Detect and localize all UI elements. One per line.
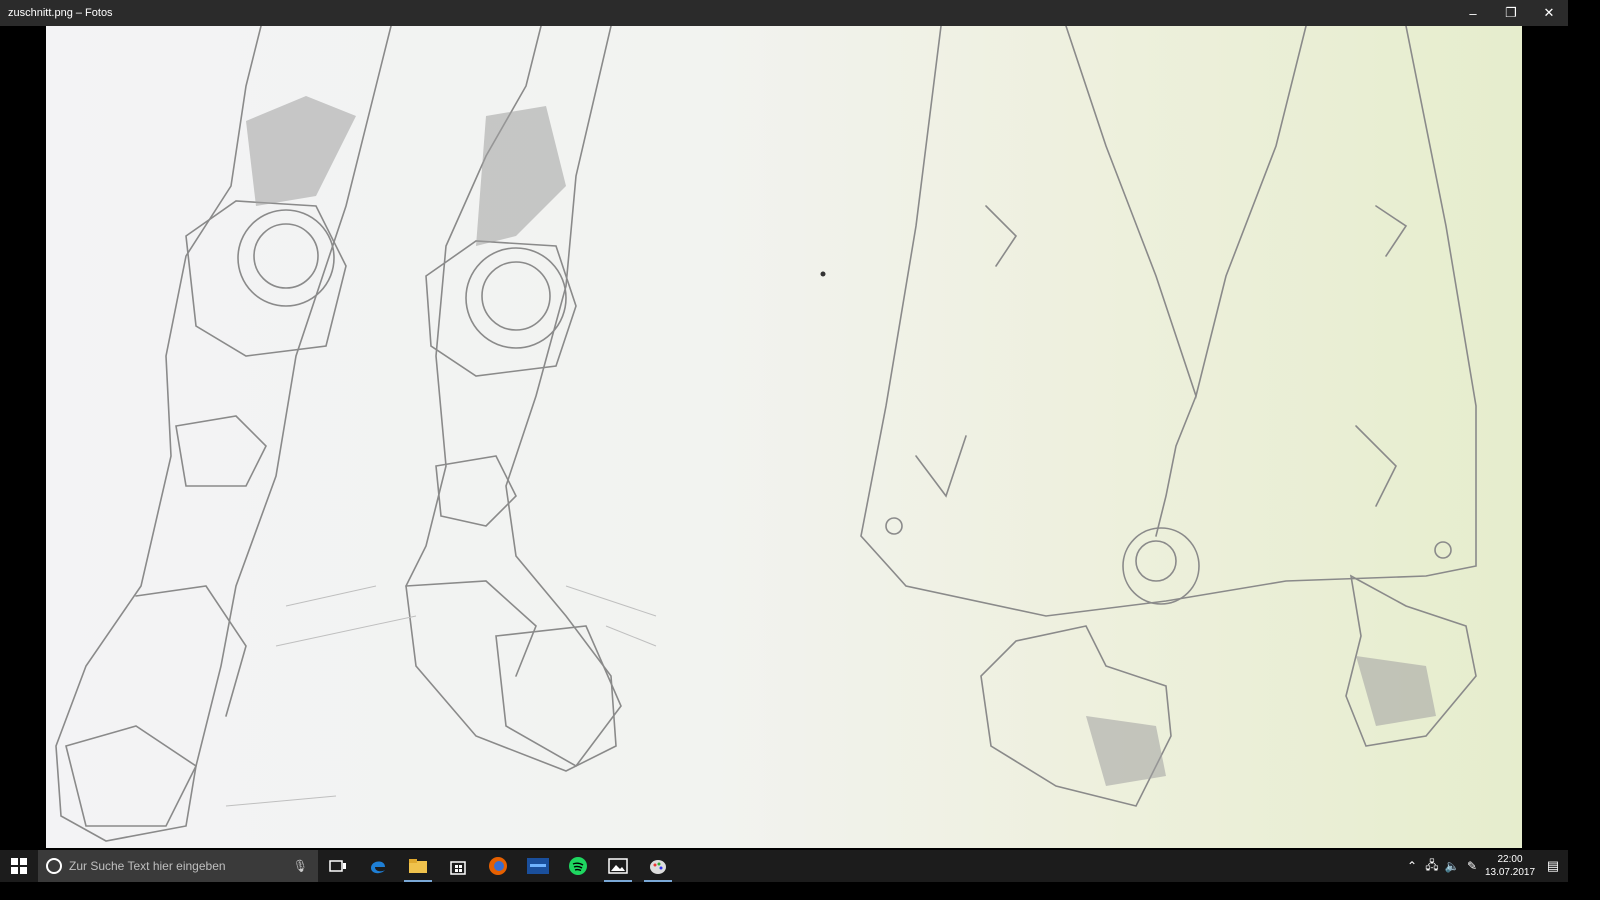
taskbar-app-firefox[interactable] xyxy=(478,850,518,882)
folder-icon xyxy=(409,859,427,873)
taskbar-app-edge[interactable] xyxy=(358,850,398,882)
store-icon xyxy=(450,861,466,875)
chevron-up-icon[interactable]: ⌃ xyxy=(1402,859,1422,873)
microphone-icon[interactable]: 🎙 xyxy=(293,859,308,873)
clock-date: 13.07.2017 xyxy=(1484,867,1536,878)
clock-time: 22:00 xyxy=(1497,854,1523,865)
pencil-sketch xyxy=(55,26,1477,842)
taskbar-app-photos[interactable] xyxy=(598,850,638,882)
taskbar-app-store[interactable] xyxy=(438,850,478,882)
search-box[interactable]: Zur Suche Text hier eingeben 🎙 xyxy=(38,850,318,882)
edge-icon xyxy=(371,861,385,874)
window-controls: – ❐ ✕ xyxy=(1454,0,1568,26)
taskbar: Zur Suche Text hier eingeben 🎙 ⌃ 🖧 🔈 ✎ 2… xyxy=(0,850,1568,882)
close-button[interactable]: ✕ xyxy=(1530,0,1568,26)
restore-button[interactable]: ❐ xyxy=(1492,0,1530,26)
firefox-icon xyxy=(489,857,507,875)
blizzard-icon xyxy=(527,858,549,874)
clock[interactable]: 22:00 13.07.2017 xyxy=(1482,853,1538,879)
taskbar-app-file-explorer[interactable] xyxy=(398,850,438,882)
window-title: zuschnitt.png – Fotos xyxy=(8,7,113,19)
system-tray: ⌃ 🖧 🔈 ✎ 22:00 13.07.2017 ▤ xyxy=(1402,850,1568,882)
photo-image[interactable] xyxy=(46,26,1522,848)
cortana-icon xyxy=(46,858,62,874)
title-bar: zuschnitt.png – Fotos – ❐ ✕ xyxy=(0,0,1568,26)
notification-icon[interactable]: ▤ xyxy=(1538,858,1568,874)
volume-icon[interactable]: 🔈 xyxy=(1442,859,1462,873)
start-button[interactable] xyxy=(0,850,38,882)
search-placeholder: Zur Suche Text hier eingeben xyxy=(69,859,226,873)
task-view-icon xyxy=(329,860,346,872)
paint-icon xyxy=(650,860,666,874)
pen-icon[interactable]: ✎ xyxy=(1462,859,1482,873)
spotify-icon xyxy=(569,857,587,875)
taskbar-app-blizzard[interactable] xyxy=(518,850,558,882)
taskbar-app-spotify[interactable] xyxy=(558,850,598,882)
windows-logo-icon xyxy=(11,858,27,874)
network-icon[interactable]: 🖧 xyxy=(1422,856,1442,877)
photo-viewer xyxy=(0,26,1568,850)
taskbar-app-paint[interactable] xyxy=(638,850,678,882)
task-view-button[interactable] xyxy=(318,850,358,882)
minimize-button[interactable]: – xyxy=(1454,0,1492,26)
photos-icon xyxy=(608,858,628,874)
